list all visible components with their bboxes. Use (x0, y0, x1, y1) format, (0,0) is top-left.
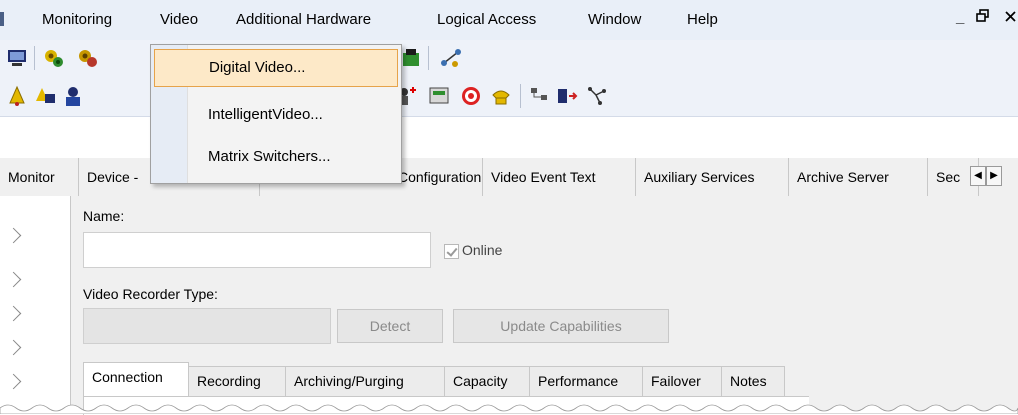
restore-button[interactable] (976, 9, 990, 27)
tab-label: Configuration (398, 169, 482, 185)
chevron-right-icon[interactable] (5, 271, 22, 288)
close-button[interactable] (1004, 9, 1018, 27)
guard-icon[interactable] (62, 85, 84, 107)
chevron-right-icon[interactable] (5, 373, 22, 390)
tab-label: Video Event Text (491, 169, 596, 185)
inner-tab-recording[interactable]: Recording (188, 366, 286, 397)
name-input[interactable] (83, 232, 431, 268)
gear-settings-icon[interactable] (76, 47, 98, 69)
tab-scroll-left-button[interactable]: ◀ (970, 166, 986, 186)
toolbar-separator (428, 46, 429, 70)
menu-left-edge-icon (0, 12, 4, 26)
menu-item-label: Matrix Switchers... (208, 148, 331, 165)
online-checkbox[interactable] (444, 244, 459, 259)
inner-tab-archiving-purging[interactable]: Archiving/Purging (285, 366, 445, 397)
tab-scroll-right-button[interactable]: ▶ (986, 166, 1002, 186)
inner-tab-label: Recording (197, 373, 261, 389)
minimize-button[interactable]: _ (956, 9, 964, 26)
menu-item-matrix-switchers[interactable]: Matrix Switchers... (154, 139, 396, 175)
menu-item-label: IntelligentVideo... (208, 106, 323, 123)
video-recorder-form: Name: Online Video Recorder Type: Detect… (71, 196, 1018, 415)
tab-label: Monitor (8, 169, 55, 185)
inner-tab-performance[interactable]: Performance (529, 366, 643, 397)
menu-help[interactable]: Help (687, 11, 718, 29)
close-icon (1005, 11, 1016, 22)
tab-label: Sec (936, 169, 961, 185)
video-dropdown-menu: Digital Video... IntelligentVideo... Mat… (150, 44, 402, 184)
inner-tab-label: Failover (651, 373, 701, 389)
inner-tab-label: Connection (92, 369, 163, 385)
tab-label: Device - (87, 169, 139, 185)
menu-video[interactable]: Video (160, 11, 198, 29)
toolbar-separator (520, 84, 521, 108)
recorder-type-label: Video Recorder Type: (83, 286, 218, 302)
monitor-icon[interactable] (6, 47, 28, 69)
inner-tab-failover[interactable]: Failover (642, 366, 722, 397)
inner-tab-label: Capacity (453, 373, 508, 389)
camera-group-icon[interactable] (400, 47, 422, 69)
tab-label: Auxiliary Services (644, 169, 755, 185)
tab-monitor[interactable]: Monitor (0, 158, 79, 196)
name-label: Name: (83, 208, 125, 224)
chevron-right-icon[interactable] (5, 227, 22, 244)
tab-auxiliary-services[interactable]: Auxiliary Services (636, 158, 789, 196)
tab-label: Archive Server (797, 169, 889, 185)
torn-edge-decoration (0, 404, 1018, 414)
inner-tab-notes[interactable]: Notes (721, 366, 785, 397)
inner-tab-connection[interactable]: Connection (83, 362, 189, 397)
toolbar-separator (34, 46, 35, 70)
menu-monitoring[interactable]: Monitoring (42, 11, 112, 29)
inner-tab-label: Performance (538, 373, 619, 389)
recorder-type-select[interactable] (83, 308, 331, 344)
menu-bar: Monitoring Video Additional Hardware Log… (0, 0, 1018, 40)
inner-tab-label: Archiving/Purging (294, 373, 404, 389)
hierarchy-icon[interactable] (528, 85, 550, 107)
menu-item-digital-video[interactable]: Digital Video... (154, 49, 398, 87)
calculator-icon[interactable] (428, 85, 450, 107)
gear-icon[interactable] (42, 47, 64, 69)
alarm-bell-icon[interactable] (6, 85, 28, 107)
inner-tab-capacity[interactable]: Capacity (444, 366, 530, 397)
alarm-monitor-icon[interactable] (34, 85, 56, 107)
restore-icon (976, 9, 989, 22)
tab-archive-server[interactable]: Archive Server (789, 158, 928, 196)
detect-button[interactable]: Detect (337, 309, 443, 343)
tab-video-event-text[interactable]: Video Event Text (483, 158, 636, 196)
menu-window[interactable]: Window (588, 11, 641, 29)
menu-item-label: Digital Video... (209, 59, 306, 76)
network-tree-icon[interactable] (586, 85, 608, 107)
menu-item-intelligent-video[interactable]: IntelligentVideo... (154, 97, 396, 133)
online-label: Online (462, 242, 503, 258)
chevron-right-icon[interactable] (5, 339, 22, 356)
inner-tab-label: Notes (730, 373, 767, 389)
menu-additional-hardware[interactable]: Additional Hardware (236, 11, 371, 29)
menu-logical-access[interactable]: Logical Access (437, 11, 536, 29)
update-capabilities-button[interactable]: Update Capabilities (453, 309, 669, 343)
chevron-right-icon[interactable] (5, 305, 22, 322)
network-icon[interactable] (440, 47, 462, 69)
target-icon[interactable] (460, 85, 482, 107)
device-link-icon[interactable] (556, 85, 578, 107)
phone-icon[interactable] (490, 85, 512, 107)
left-tree-panel (0, 196, 71, 414)
